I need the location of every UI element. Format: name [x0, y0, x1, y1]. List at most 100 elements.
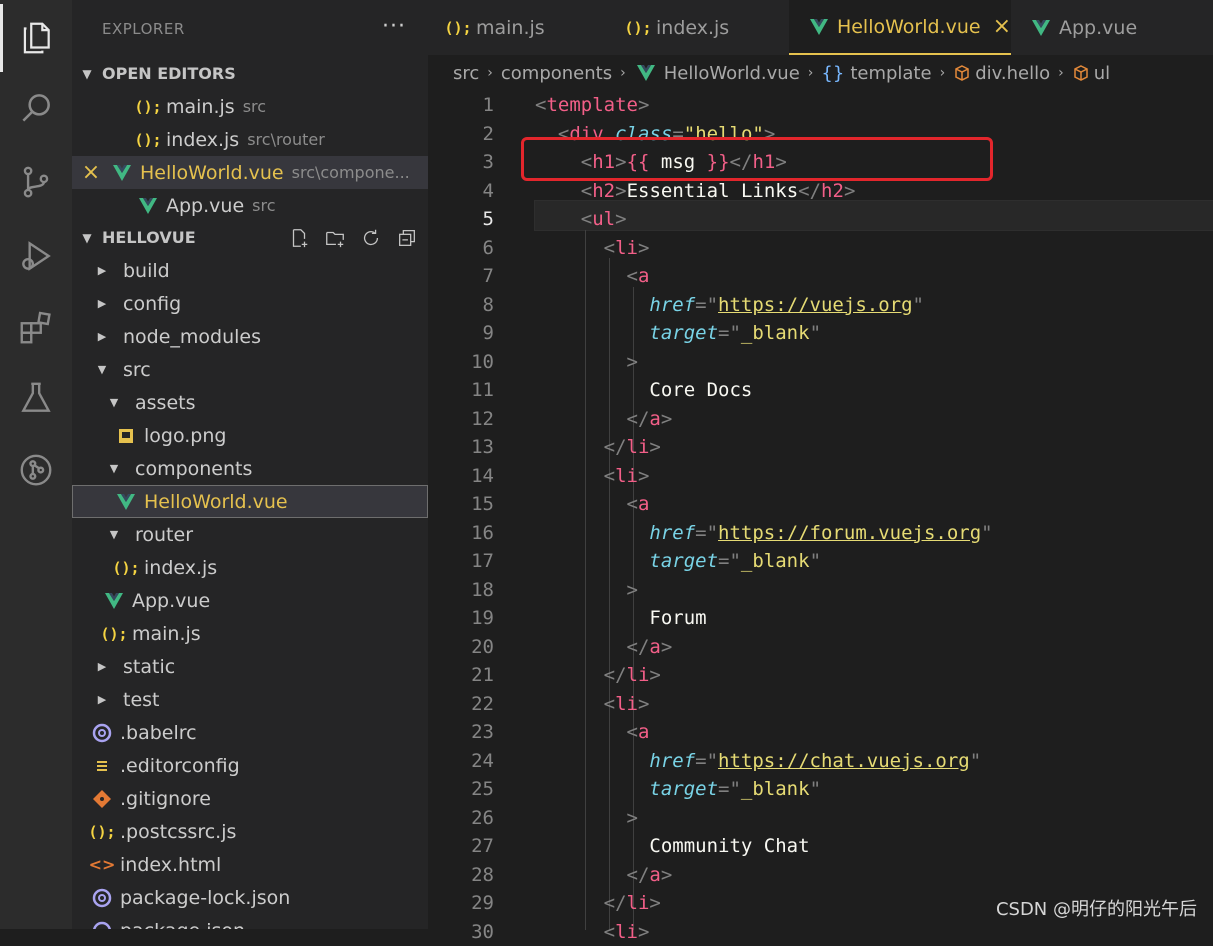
tree-folder[interactable]: ▼assets: [72, 386, 428, 419]
open-editor-item-active[interactable]: × HelloWorld.vue src\compone...: [72, 156, 428, 189]
line-number: 21: [428, 661, 494, 690]
source-control-icon[interactable]: [0, 150, 72, 214]
explorer-icon[interactable]: [0, 6, 72, 70]
vue-icon: [136, 195, 160, 217]
git-graph-icon[interactable]: [0, 438, 72, 502]
vue-icon: [102, 590, 126, 612]
line-number: 13: [428, 433, 494, 462]
code-line[interactable]: </a>: [535, 405, 672, 434]
code-line[interactable]: <ul>: [535, 205, 627, 234]
line-number: 6: [428, 234, 494, 263]
run-debug-icon[interactable]: [0, 224, 72, 288]
tree-file[interactable]: <>index.html: [72, 848, 428, 881]
code-line[interactable]: <li>: [535, 690, 649, 719]
code-line[interactable]: Core Docs: [535, 376, 752, 405]
tree-file[interactable]: App.vue: [72, 584, 428, 617]
tree-folder[interactable]: ▶config: [72, 287, 428, 320]
tree-file[interactable]: .editorconfig: [72, 749, 428, 782]
js-icon: ();: [136, 96, 160, 118]
tree-folder[interactable]: ▼src: [72, 353, 428, 386]
tree-file[interactable]: .babelrc: [72, 716, 428, 749]
code-line[interactable]: <li>: [535, 462, 649, 491]
tree-file[interactable]: .gitignore: [72, 782, 428, 815]
tree-file[interactable]: ();.postcssrc.js: [72, 815, 428, 848]
line-number: 2: [428, 120, 494, 149]
code-line[interactable]: <template>: [535, 91, 649, 120]
explorer-actions: [288, 227, 418, 249]
code-line[interactable]: </a>: [535, 633, 672, 662]
code-line[interactable]: <li>: [535, 918, 649, 946]
vue-icon: [807, 16, 831, 38]
close-icon[interactable]: ×: [72, 160, 110, 185]
tab-helloworld-vue[interactable]: HelloWorld.vue ×: [789, 0, 1011, 55]
tree-file[interactable]: logo.png: [72, 419, 428, 452]
testing-icon[interactable]: [0, 366, 72, 430]
vue-icon: [634, 62, 658, 84]
tree-file[interactable]: ();main.js: [72, 617, 428, 650]
code-line[interactable]: <a: [535, 262, 649, 291]
refresh-icon[interactable]: [360, 227, 382, 249]
tree-file[interactable]: package.json: [72, 914, 428, 929]
more-actions-button[interactable]: ···: [382, 14, 406, 39]
open-editor-item[interactable]: (); index.js src\router: [72, 123, 428, 156]
code-line[interactable]: <li>: [535, 234, 649, 263]
tree-file[interactable]: ();index.js: [72, 551, 428, 584]
image-file-icon: [114, 425, 138, 447]
code-line[interactable]: >: [535, 348, 638, 377]
tree-folder[interactable]: ▼router: [72, 518, 428, 551]
extensions-icon[interactable]: [0, 296, 72, 360]
tab-index-js[interactable]: (); index.js: [608, 0, 806, 55]
collapse-all-icon[interactable]: [396, 227, 418, 249]
open-editor-item[interactable]: (); main.js src: [72, 90, 428, 123]
line-number: 16: [428, 519, 494, 548]
new-file-icon[interactable]: [288, 227, 310, 249]
code-line[interactable]: </a>: [535, 861, 672, 890]
new-folder-icon[interactable]: [324, 227, 346, 249]
settings-file-icon: [90, 755, 114, 777]
git-icon: [90, 788, 114, 810]
breadcrumb-item[interactable]: template: [850, 63, 931, 84]
breadcrumb-item[interactable]: components: [501, 63, 612, 84]
code-editor[interactable]: 1234567891011121314151617181920212223242…: [428, 91, 1213, 929]
tree-folder[interactable]: ▶static: [72, 650, 428, 683]
open-editors-header[interactable]: ▼ OPEN EDITORS: [72, 57, 428, 90]
code-line[interactable]: Forum: [535, 604, 707, 633]
breadcrumb-item[interactable]: div.hello: [975, 63, 1050, 84]
code-line[interactable]: Community Chat: [535, 832, 810, 861]
tree-file-selected[interactable]: HelloWorld.vue: [72, 485, 428, 518]
chevron-right-icon: ▶: [92, 660, 112, 673]
code-line[interactable]: </li>: [535, 661, 661, 690]
code-line[interactable]: <a: [535, 490, 649, 519]
js-icon: ();: [626, 17, 650, 39]
search-icon[interactable]: [0, 76, 72, 140]
code-line[interactable]: target="_blank": [535, 319, 821, 348]
project-header[interactable]: ▼ HELLOVUE: [72, 221, 428, 254]
code-line[interactable]: href="https://forum.vuejs.org": [535, 519, 993, 548]
tree-file[interactable]: package-lock.json: [72, 881, 428, 914]
code-line[interactable]: <a: [535, 718, 649, 747]
close-icon[interactable]: ×: [993, 14, 1011, 39]
code-line[interactable]: </li>: [535, 889, 661, 918]
tree-folder[interactable]: ▶build: [72, 254, 428, 287]
tree-folder[interactable]: ▼components: [72, 452, 428, 485]
code-line[interactable]: target="_blank": [535, 775, 821, 804]
chevron-down-icon: ▼: [104, 462, 124, 475]
code-line[interactable]: href="https://vuejs.org": [535, 291, 924, 320]
code-line[interactable]: </li>: [535, 433, 661, 462]
open-editor-item[interactable]: App.vue src: [72, 189, 428, 222]
code-line[interactable]: href="https://chat.vuejs.org": [535, 747, 981, 776]
tab-main-js[interactable]: (); main.js: [428, 0, 626, 55]
code-line[interactable]: target="_blank": [535, 547, 821, 576]
code-line[interactable]: >: [535, 804, 638, 833]
breadcrumb-item[interactable]: src: [453, 63, 479, 84]
code-line[interactable]: >: [535, 576, 638, 605]
line-number: 20: [428, 633, 494, 662]
breadcrumb-item[interactable]: HelloWorld.vue: [664, 63, 800, 84]
tree-folder[interactable]: ▶test: [72, 683, 428, 716]
chevron-right-icon: ›: [808, 65, 814, 81]
tree-folder[interactable]: ▶node_modules: [72, 320, 428, 353]
breadcrumb-item[interactable]: ul: [1094, 63, 1110, 84]
tab-app-vue[interactable]: App.vue: [1011, 0, 1213, 55]
line-number: 3: [428, 148, 494, 177]
line-number: 11: [428, 376, 494, 405]
